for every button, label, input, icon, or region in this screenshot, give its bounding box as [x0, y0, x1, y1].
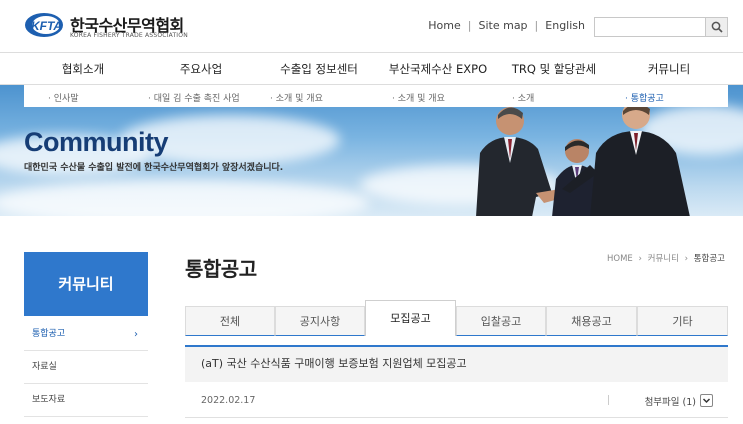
tab-announcements[interactable]: 공지사항	[275, 306, 365, 336]
kfta-logo-icon: KFTA	[25, 13, 63, 37]
side-item-press[interactable]: 보도자료	[24, 384, 148, 417]
breadcrumb-community[interactable]: 커뮤니티	[648, 254, 679, 264]
breadcrumb-current: 통합공고	[693, 254, 725, 264]
subnav-item-trq-intro[interactable]: · 소개	[512, 91, 534, 104]
page-title: 통합공고	[185, 257, 257, 281]
side-menu: 통합공고 › 자료실 보도자료	[24, 318, 148, 417]
businessmen-illustration	[476, 101, 690, 216]
gnb-item-community[interactable]: 커뮤니티	[610, 53, 728, 85]
gnb-item-business[interactable]: 주요사업	[142, 53, 260, 85]
util-separator: |	[467, 19, 472, 32]
side-item-label: 보도자료	[32, 395, 66, 405]
gnb-item-expo[interactable]: 부산국제수산 EXPO	[378, 53, 498, 85]
chevron-right-icon: ›	[638, 254, 642, 264]
util-link-sitemap[interactable]: Site map	[478, 19, 527, 32]
tab-recruitment-notices[interactable]: 모집공고	[365, 300, 456, 336]
utility-links: Home | Site map | English	[428, 19, 585, 32]
meta-divider	[608, 395, 609, 405]
subnav-item-notices[interactable]: · 통합공고	[625, 91, 664, 104]
search-button[interactable]	[705, 18, 727, 36]
notice-category-tabs: 전체 공지사항 모집공고 입찰공고 채용공고 기타	[185, 300, 728, 336]
main-navigation: 협회소개 주요사업 수출입 정보센터 부산국제수산 EXPO TRQ 및 할당관…	[0, 52, 743, 85]
breadcrumb-home[interactable]: HOME	[607, 254, 633, 264]
tab-others[interactable]: 기타	[637, 306, 728, 336]
search-icon	[711, 21, 723, 33]
side-item-archive[interactable]: 자료실	[24, 351, 148, 384]
subnav-item-export-promotion[interactable]: · 대일 김 수출 촉진 사업	[148, 91, 240, 104]
tab-all[interactable]: 전체	[185, 306, 275, 336]
site-header: KFTA 한국수산무역협회 KOREA FISHERY TRADE ASSOCI…	[0, 0, 743, 52]
banner-title: Community	[24, 127, 169, 157]
side-item-notices[interactable]: 통합공고 ›	[24, 318, 148, 351]
side-item-label: 자료실	[32, 362, 57, 372]
cloud-decoration	[0, 180, 370, 216]
notice-date: 2022.02.17	[201, 395, 256, 406]
sub-navigation: · 인사말 · 대일 김 수출 촉진 사업 · 소개 및 개요 · 소개 및 개…	[24, 85, 728, 107]
search-box	[594, 17, 728, 37]
util-link-english[interactable]: English	[545, 19, 585, 32]
gnb-item-trade-info[interactable]: 수출입 정보센터	[260, 53, 378, 85]
chevron-down-icon	[702, 398, 711, 404]
side-item-label: 통합공고	[32, 329, 66, 339]
site-logo[interactable]: KFTA 한국수산무역협회 KOREA FISHERY TRADE ASSOCI…	[24, 10, 224, 44]
gnb-item-about[interactable]: 협회소개	[24, 53, 142, 85]
subnav-item-greeting[interactable]: · 인사말	[48, 91, 79, 104]
chevron-right-icon: ›	[134, 329, 138, 340]
side-menu-title: 커뮤니티	[24, 252, 148, 316]
subnav-item-trade-overview[interactable]: · 소개 및 개요	[270, 91, 323, 104]
notice-meta: 2022.02.17 첨부파일 (1)	[185, 382, 728, 418]
svg-text:KFTA: KFTA	[31, 19, 62, 33]
breadcrumb: HOME › 커뮤니티 › 통합공고	[607, 252, 725, 264]
notice-title: (aT) 국산 수산식품 구매이행 보증보험 지원업체 모집공고	[185, 345, 728, 382]
tab-job-postings[interactable]: 채용공고	[546, 306, 637, 336]
search-input[interactable]	[595, 18, 705, 36]
attachment-label[interactable]: 첨부파일 (1)	[645, 394, 696, 408]
logo-english-name: KOREA FISHERY TRADE ASSOCIATION	[70, 32, 188, 39]
util-link-home[interactable]: Home	[428, 19, 460, 32]
attachment-toggle-button[interactable]	[700, 394, 713, 407]
tab-bid-notices[interactable]: 입찰공고	[456, 306, 546, 336]
gnb-item-trq[interactable]: TRQ 및 할당관세	[498, 53, 610, 85]
banner-subtitle: 대한민국 수산물 수출입 발전에 한국수산무역협회가 앞장서겠습니다.	[24, 163, 284, 173]
util-separator: |	[534, 19, 539, 32]
chevron-right-icon: ›	[684, 254, 689, 264]
subnav-item-expo-overview[interactable]: · 소개 및 개요	[392, 91, 445, 104]
